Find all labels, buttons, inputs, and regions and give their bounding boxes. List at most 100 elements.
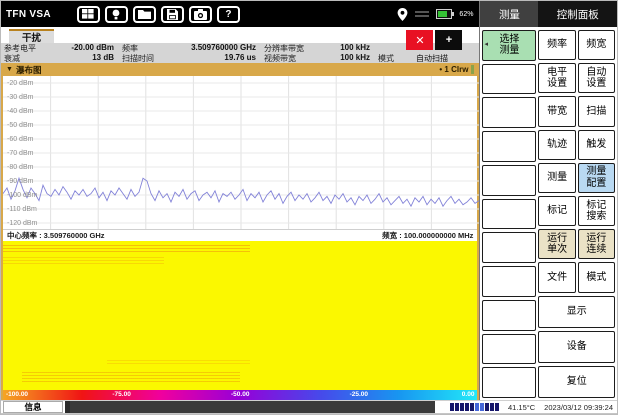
panel-empty-cell: [482, 232, 536, 263]
vsa-screen: TFN VSA: [0, 0, 618, 415]
panel-button[interactable]: 轨迹: [538, 130, 575, 160]
param-value: 19.76 us: [166, 53, 256, 64]
collapse-icon[interactable]: ▼: [6, 66, 13, 73]
temperature-readout: 41.15°C: [508, 403, 535, 412]
control-panel: 测量 控制面板 ◂ 选择测量 频率频宽电平设置自动设置带宽扫描轨迹触发测量测量配…: [479, 1, 617, 400]
param-value: 自动扫描: [402, 53, 462, 64]
panel-button[interactable]: 文件: [538, 262, 575, 292]
info-button[interactable]: 信息: [3, 401, 63, 413]
waterfall-frame: -20 dBm-30 dBm-40 dBm-50 dBm-60 dBm-70 d…: [1, 76, 479, 400]
panel-empty-cell: [482, 300, 536, 331]
backlight-icon[interactable]: [105, 6, 128, 23]
panel-button[interactable]: 测量: [538, 163, 575, 193]
panel-body: ◂ 选择测量 频率频宽电平设置自动设置带宽扫描轨迹触发测量测量配置标记标记搜索运…: [480, 27, 617, 400]
waterfall-streak: [22, 370, 240, 382]
spectrum-svg: [3, 76, 479, 229]
panel-button[interactable]: 频率: [538, 30, 575, 60]
windows-icon[interactable]: [77, 6, 100, 23]
panel-empty-cell: [482, 199, 536, 230]
y-axis-tick: -70 dBm: [7, 150, 33, 157]
folder-icon[interactable]: [133, 6, 156, 23]
y-axis-tick: -50 dBm: [7, 122, 33, 129]
panel-button-row: 带宽扫描: [538, 96, 615, 126]
toolbar-icons: ?: [77, 6, 240, 23]
spectrum-chart[interactable]: -20 dBm-30 dBm-40 dBm-50 dBm-60 dBm-70 d…: [3, 76, 477, 229]
signal-block: [490, 403, 494, 411]
tab-measure[interactable]: 测量: [480, 1, 538, 27]
signal-block: [495, 403, 499, 411]
panel-button[interactable]: 电平设置: [538, 63, 575, 93]
panel-empty-cell: [482, 165, 536, 196]
param-value: 13 dB: [52, 53, 114, 64]
colorbar-label: -100.00: [6, 391, 28, 398]
signal-block: [450, 403, 454, 411]
signal-block: [460, 403, 464, 411]
panel-col-right: 频率频宽电平设置自动设置带宽扫描轨迹触发测量测量配置标记标记搜索运行单次运行连续…: [538, 30, 615, 398]
span-label: 频宽 : 100.000000000 MHz: [382, 230, 473, 241]
trace-legend-label: • 1 Clrw: [439, 65, 468, 74]
panel-button[interactable]: 频宽: [578, 30, 615, 60]
panel-button[interactable]: 设备: [538, 331, 615, 363]
waterfall-display[interactable]: [3, 241, 477, 390]
gps-pin-icon: [397, 8, 408, 21]
parameter-row-2: 衰减13 dB扫描时间19.76 us视频带宽100 kHz模式自动扫描: [1, 53, 479, 63]
topbar-status: 62%: [397, 8, 479, 21]
app-title: TFN VSA: [6, 9, 51, 20]
screenshot-icon[interactable]: [189, 6, 212, 23]
colorbar: -100.00-75.00-50.00-25.000.00: [3, 390, 477, 400]
panel-button-row: 运行单次运行连续: [538, 229, 615, 259]
select-measurement-label: 选择测量: [496, 34, 522, 57]
y-axis-tick: -40 dBm: [7, 108, 33, 115]
panel-button[interactable]: 自动设置: [578, 63, 615, 93]
panel-button[interactable]: 运行单次: [538, 229, 575, 259]
status-bar: 信息 41.15°C 2023/03/12 09:39:24: [1, 400, 617, 413]
tab-interference[interactable]: 干扰: [9, 29, 54, 43]
param-label: 衰减: [4, 53, 52, 64]
message-bar: [70, 401, 435, 413]
waterfall-streak: [107, 358, 249, 364]
param-value: 100 kHz: [320, 53, 370, 64]
battery-fill: [438, 11, 447, 17]
panel-empty-cell: [482, 367, 536, 398]
datetime-readout: 2023/03/12 09:39:24: [544, 403, 613, 412]
panel-button[interactable]: 模式: [578, 262, 615, 292]
signal-block: [480, 403, 484, 411]
trace-legend: • 1 Clrw: [439, 65, 474, 74]
panel-button[interactable]: 显示: [538, 296, 615, 328]
panel-button[interactable]: 触发: [578, 130, 615, 160]
y-axis-tick: -80 dBm: [7, 164, 33, 171]
left-marker-icon: ◂: [484, 41, 488, 49]
close-measurement-button[interactable]: ✕: [406, 30, 433, 50]
panel-button[interactable]: 带宽: [538, 96, 575, 126]
panel-button-row: 文件模式: [538, 262, 615, 292]
colorbar-label: 0.00: [462, 391, 475, 398]
y-axis-tick: -110 dBm: [7, 206, 37, 213]
param-pair: 扫描时间19.76 us: [114, 53, 256, 64]
center-frequency-label: 中心频率 : 3.509760000 GHz: [7, 230, 105, 241]
main-area: TFN VSA: [1, 1, 479, 400]
y-axis-tick: -120 dBm: [7, 220, 37, 227]
panel-button[interactable]: 复位: [538, 366, 615, 398]
panel-button[interactable]: 运行连续: [578, 229, 615, 259]
gps-coordinates: [415, 11, 429, 17]
select-measurement-button[interactable]: ◂ 选择测量: [482, 30, 536, 61]
signal-block: [465, 403, 469, 411]
help-icon[interactable]: ?: [217, 6, 240, 23]
colorbar-label: -25.00: [350, 391, 368, 398]
y-axis-tick: -60 dBm: [7, 136, 33, 143]
panel-button[interactable]: 测量配置: [578, 163, 615, 193]
panel-button[interactable]: 标记: [538, 196, 575, 226]
tab-control-panel[interactable]: 控制面板: [538, 1, 617, 27]
y-axis-tick: -20 dBm: [7, 80, 33, 87]
panel-button[interactable]: 标记搜索: [578, 196, 615, 226]
save-icon[interactable]: [161, 6, 184, 23]
top-bar: TFN VSA: [1, 1, 479, 27]
signal-block: [485, 403, 489, 411]
panel-button-row: 轨迹触发: [538, 130, 615, 160]
battery-icon: [436, 9, 452, 19]
signal-block: [455, 403, 459, 411]
panel-button[interactable]: 扫描: [578, 96, 615, 126]
panel-button-row: 标记标记搜索: [538, 196, 615, 226]
param-pair: 衰减13 dB: [4, 53, 114, 64]
add-measurement-button[interactable]: +: [435, 30, 462, 50]
